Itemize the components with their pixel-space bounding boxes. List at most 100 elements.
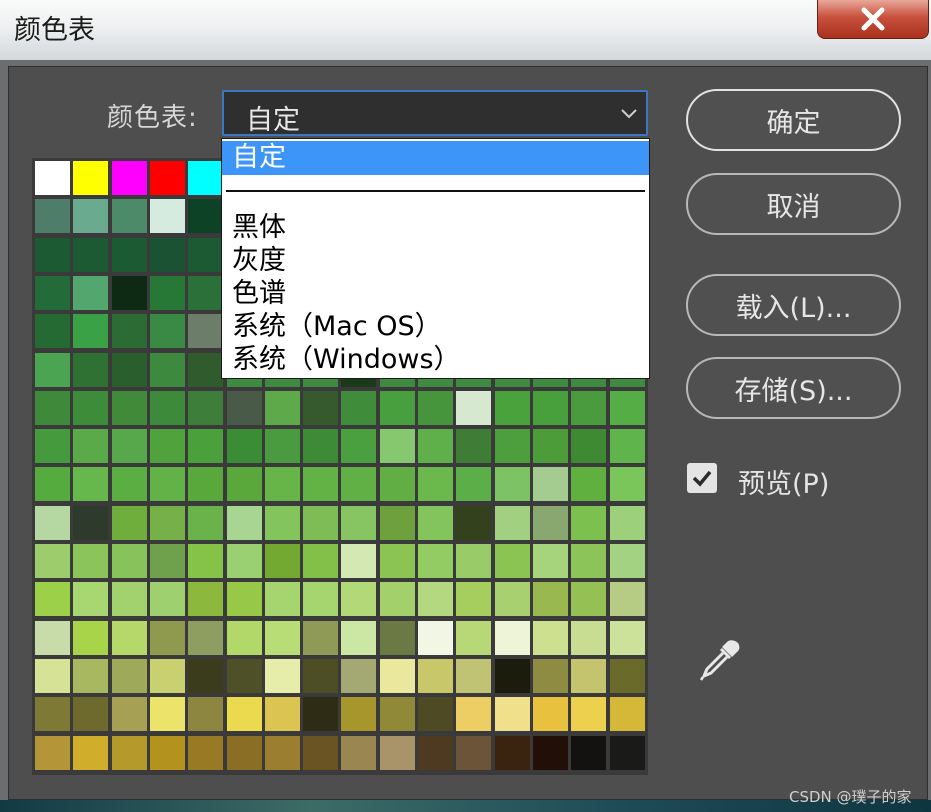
option-black-body[interactable]: 黑体 [222, 211, 649, 245]
option-grayscale[interactable]: 灰度 [222, 244, 649, 278]
color-swatch[interactable] [188, 353, 223, 387]
color-swatch[interactable] [533, 697, 568, 731]
color-swatch[interactable] [227, 621, 262, 655]
color-swatch[interactable] [227, 467, 262, 501]
color-swatch[interactable] [418, 544, 453, 578]
color-swatch[interactable] [150, 467, 185, 501]
color-swatch[interactable] [571, 582, 606, 616]
color-swatch[interactable] [73, 621, 108, 655]
color-swatch[interactable] [533, 736, 568, 770]
color-swatch[interactable] [265, 582, 300, 616]
color-swatch[interactable] [150, 544, 185, 578]
color-swatch[interactable] [188, 506, 223, 540]
color-swatch[interactable] [341, 697, 376, 731]
color-swatch[interactable] [303, 736, 338, 770]
color-swatch[interactable] [533, 429, 568, 463]
color-swatch[interactable] [533, 544, 568, 578]
color-swatch[interactable] [35, 544, 70, 578]
color-swatch[interactable] [35, 697, 70, 731]
color-swatch[interactable] [112, 467, 147, 501]
color-swatch[interactable] [150, 429, 185, 463]
color-swatch[interactable] [418, 736, 453, 770]
option-system-windows[interactable]: 系统（Windows） [222, 343, 649, 377]
color-swatch[interactable] [227, 544, 262, 578]
color-swatch[interactable] [265, 429, 300, 463]
color-swatch[interactable] [150, 161, 185, 195]
color-swatch[interactable] [495, 582, 530, 616]
color-swatch[interactable] [265, 621, 300, 655]
color-swatch[interactable] [150, 391, 185, 425]
color-swatch[interactable] [112, 697, 147, 731]
color-swatch[interactable] [150, 276, 185, 310]
color-swatch[interactable] [456, 467, 491, 501]
color-swatch[interactable] [610, 391, 645, 425]
option-custom[interactable]: 自定 [222, 141, 649, 175]
color-swatch[interactable] [150, 238, 185, 272]
color-swatch[interactable] [112, 161, 147, 195]
color-swatch[interactable] [265, 697, 300, 731]
color-swatch[interactable] [303, 544, 338, 578]
color-swatch[interactable] [341, 582, 376, 616]
color-swatch[interactable] [73, 391, 108, 425]
color-swatch[interactable] [188, 736, 223, 770]
color-swatch[interactable] [418, 391, 453, 425]
color-swatch[interactable] [456, 621, 491, 655]
color-swatch[interactable] [112, 506, 147, 540]
color-swatch[interactable] [35, 582, 70, 616]
color-swatch[interactable] [150, 621, 185, 655]
color-swatch[interactable] [380, 467, 415, 501]
color-swatch[interactable] [495, 697, 530, 731]
color-swatch[interactable] [73, 429, 108, 463]
color-swatch[interactable] [35, 506, 70, 540]
color-swatch[interactable] [418, 429, 453, 463]
color-swatch[interactable] [35, 467, 70, 501]
color-swatch[interactable] [456, 391, 491, 425]
color-table-select[interactable]: 自定 [222, 90, 648, 136]
color-swatch[interactable] [188, 391, 223, 425]
preview-checkbox[interactable] [687, 463, 717, 493]
color-swatch[interactable] [150, 582, 185, 616]
color-swatch[interactable] [188, 161, 223, 195]
color-swatch[interactable] [188, 697, 223, 731]
color-swatch[interactable] [188, 314, 223, 348]
color-swatch[interactable] [533, 659, 568, 693]
color-swatch[interactable] [227, 506, 262, 540]
color-swatch[interactable] [303, 391, 338, 425]
color-swatch[interactable] [303, 621, 338, 655]
color-swatch[interactable] [188, 544, 223, 578]
color-swatch[interactable] [188, 582, 223, 616]
color-swatch[interactable] [112, 199, 147, 233]
color-swatch[interactable] [456, 544, 491, 578]
color-swatch[interactable] [495, 544, 530, 578]
color-swatch[interactable] [227, 659, 262, 693]
color-swatch[interactable] [495, 659, 530, 693]
color-swatch[interactable] [610, 429, 645, 463]
cancel-button[interactable]: 取消 [686, 173, 901, 235]
color-swatch[interactable] [265, 391, 300, 425]
color-swatch[interactable] [533, 506, 568, 540]
color-swatch[interactable] [35, 391, 70, 425]
color-swatch[interactable] [380, 391, 415, 425]
color-swatch[interactable] [150, 506, 185, 540]
color-swatch[interactable] [35, 314, 70, 348]
color-swatch[interactable] [495, 391, 530, 425]
color-swatch[interactable] [456, 736, 491, 770]
color-swatch[interactable] [188, 467, 223, 501]
color-swatch[interactable] [35, 276, 70, 310]
color-swatch[interactable] [150, 697, 185, 731]
color-swatch[interactable] [571, 697, 606, 731]
option-spectrum[interactable]: 色谱 [222, 277, 649, 311]
color-swatch[interactable] [150, 314, 185, 348]
color-swatch[interactable] [112, 353, 147, 387]
color-swatch[interactable] [73, 697, 108, 731]
color-swatch[interactable] [418, 621, 453, 655]
color-swatch[interactable] [73, 314, 108, 348]
color-swatch[interactable] [610, 621, 645, 655]
color-swatch[interactable] [73, 238, 108, 272]
color-swatch[interactable] [112, 544, 147, 578]
color-swatch[interactable] [341, 506, 376, 540]
color-swatch[interactable] [571, 621, 606, 655]
color-swatch[interactable] [418, 659, 453, 693]
color-swatch[interactable] [610, 467, 645, 501]
color-swatch[interactable] [35, 353, 70, 387]
